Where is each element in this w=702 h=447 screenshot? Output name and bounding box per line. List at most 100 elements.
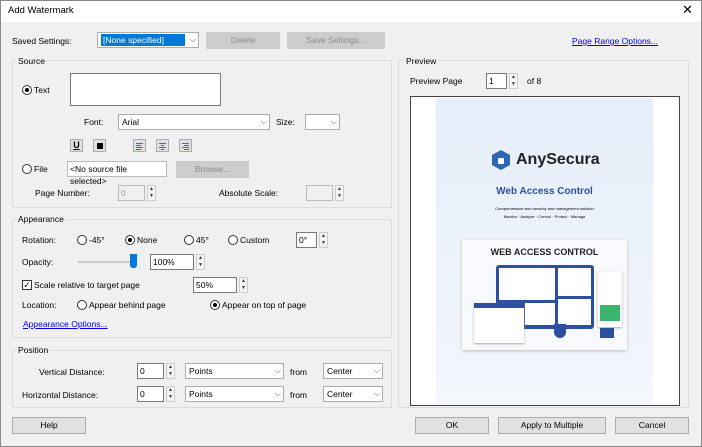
underline-button[interactable]: U — [70, 139, 83, 152]
doc-line2: Monitor · Analyze · Control · Protect · … — [503, 214, 586, 219]
scale-checkbox[interactable]: ✓ — [22, 280, 32, 290]
horizontal-from-label: from — [290, 390, 307, 400]
vertical-units-select[interactable]: Points ⌵ — [185, 363, 284, 379]
rotation-custom-radio[interactable] — [228, 235, 238, 245]
page-number-input[interactable]: 0 — [118, 185, 145, 201]
custom-rotation-spinner[interactable]: ▲ ▼ — [319, 232, 328, 248]
saved-settings-select[interactable]: [None specified] ⌵ — [97, 32, 199, 48]
scale-checkbox-label: Scale relative to target page — [34, 280, 140, 290]
preview-page-label: Preview Page — [410, 76, 463, 86]
vertical-distance-input[interactable]: 0 — [137, 363, 164, 379]
chevron-down-icon: ⌵ — [260, 117, 267, 126]
opacity-input[interactable]: 100% — [150, 254, 194, 270]
apply-to-multiple-button[interactable]: Apply to Multiple — [498, 417, 606, 434]
opacity-slider-thumb[interactable] — [130, 254, 137, 268]
appearance-title: Appearance — [16, 213, 66, 225]
horizontal-distance-label: Horizontal Distance: — [22, 390, 99, 400]
align-left-button[interactable] — [133, 139, 146, 152]
opacity-spinner[interactable]: ▲ ▼ — [196, 254, 205, 270]
horizontal-from-value: Center — [327, 389, 353, 399]
browse-button[interactable]: Browse... — [176, 161, 249, 178]
rotation-minus45-radio[interactable] — [77, 235, 87, 245]
title-bar — [0, 0, 702, 22]
custom-rotation-input[interactable]: 0° — [296, 232, 317, 248]
horizontal-units-select[interactable]: Points ⌵ — [185, 386, 284, 402]
behind-page-label: Appear behind page — [89, 300, 166, 310]
chevron-down-icon: ⌵ — [373, 389, 380, 398]
absolute-scale-label: Absolute Scale: — [219, 188, 279, 198]
cancel-button[interactable]: Cancel — [615, 417, 689, 434]
doc-card-title: WEB ACCESS CONTROL — [490, 247, 599, 257]
preview-document-page: AnySecura Web Access Control Comprehensi… — [436, 98, 653, 405]
preview-title: Preview — [404, 55, 439, 67]
vertical-from-label: from — [290, 367, 307, 377]
folder-icon — [600, 328, 614, 338]
chevron-down-icon: ⌵ — [189, 35, 196, 44]
font-label: Font: — [84, 117, 104, 127]
font-value: Arial — [122, 117, 140, 127]
doc-heading: Web Access Control — [496, 186, 593, 197]
window-title: Add Watermark — [8, 5, 74, 16]
absolute-scale-input[interactable] — [306, 185, 333, 201]
text-radio[interactable] — [22, 85, 32, 95]
size-label: Size: — [276, 117, 295, 127]
horizontal-distance-input[interactable]: 0 — [137, 386, 164, 402]
opacity-slider-track[interactable] — [78, 261, 134, 263]
chevron-down-icon: ⌵ — [274, 389, 281, 398]
save-settings-button[interactable]: Save Settings... — [287, 32, 385, 49]
vertical-distance-spinner[interactable]: ▲ ▼ — [166, 363, 175, 379]
page-range-options-link[interactable]: Page Range Options... — [572, 35, 658, 47]
location-label: Location: — [22, 300, 57, 310]
saved-settings-value: [None specified] — [101, 34, 185, 46]
doc-line1: Comprehensive web security and managemen… — [495, 206, 594, 211]
page-number-spinner[interactable]: ▲ ▼ — [147, 185, 156, 201]
opacity-label: Opacity: — [22, 257, 54, 267]
size-select[interactable]: ⌵ — [305, 114, 340, 130]
color-swatch-icon — [97, 143, 103, 149]
preview-page-count: of 8 — [527, 76, 542, 86]
page-number-label: Page Number: — [35, 188, 90, 198]
chevron-down-icon: ⌵ — [274, 366, 281, 375]
on-top-label: Appear on top of page — [222, 300, 307, 310]
vertical-from-select[interactable]: Center ⌵ — [323, 363, 383, 379]
watermark-text-input[interactable] — [70, 73, 221, 106]
rotation-minus45-label: -45° — [89, 235, 105, 245]
scale-spinner[interactable]: ▲ ▼ — [239, 277, 248, 293]
shield-lock-icon — [554, 324, 566, 338]
rotation-45-radio[interactable] — [184, 235, 194, 245]
preview-page-spinner[interactable]: ▲ ▼ — [509, 73, 518, 89]
align-right-button[interactable] — [179, 139, 192, 152]
on-top-radio[interactable] — [210, 300, 220, 310]
scale-input[interactable]: 50% — [193, 277, 237, 293]
rotation-label: Rotation: — [22, 235, 57, 245]
source-title: Source — [16, 55, 47, 67]
file-radio[interactable] — [22, 164, 32, 174]
saved-settings-label: Saved Settings: — [12, 36, 72, 46]
absolute-scale-spinner[interactable]: ▲ ▼ — [335, 185, 344, 201]
preview-page-input[interactable]: 1 — [486, 73, 507, 89]
delete-button[interactable]: Delete — [206, 32, 280, 49]
position-title: Position — [16, 344, 51, 356]
browser-illustration — [474, 303, 524, 343]
rotation-45-label: 45° — [196, 235, 209, 245]
horizontal-units-value: Points — [189, 389, 213, 399]
font-select[interactable]: Arial ⌵ — [118, 114, 270, 130]
vertical-units-value: Points — [189, 366, 213, 376]
doc-brand: AnySecura — [516, 151, 600, 168]
align-center-button[interactable] — [156, 139, 169, 152]
close-icon[interactable]: ✕ — [682, 2, 693, 18]
ok-button[interactable]: OK — [415, 417, 489, 434]
rotation-none-radio[interactable] — [125, 235, 135, 245]
vertical-distance-label: Vertical Distance: — [39, 367, 105, 377]
doc-card: WEB ACCESS CONTROL — [462, 240, 627, 350]
anysecura-logo-icon — [492, 150, 510, 170]
behind-page-radio[interactable] — [77, 300, 87, 310]
color-button[interactable] — [93, 139, 106, 152]
chevron-down-icon: ⌵ — [330, 117, 337, 126]
source-file-field: <No source file selected> — [67, 161, 167, 186]
horizontal-distance-spinner[interactable]: ▲ ▼ — [166, 386, 175, 402]
help-button[interactable]: Help — [12, 417, 86, 434]
horizontal-from-select[interactable]: Center ⌵ — [323, 386, 383, 402]
file-radio-label: File — [34, 164, 48, 174]
appearance-options-link[interactable]: Appearance Options... — [23, 318, 108, 330]
